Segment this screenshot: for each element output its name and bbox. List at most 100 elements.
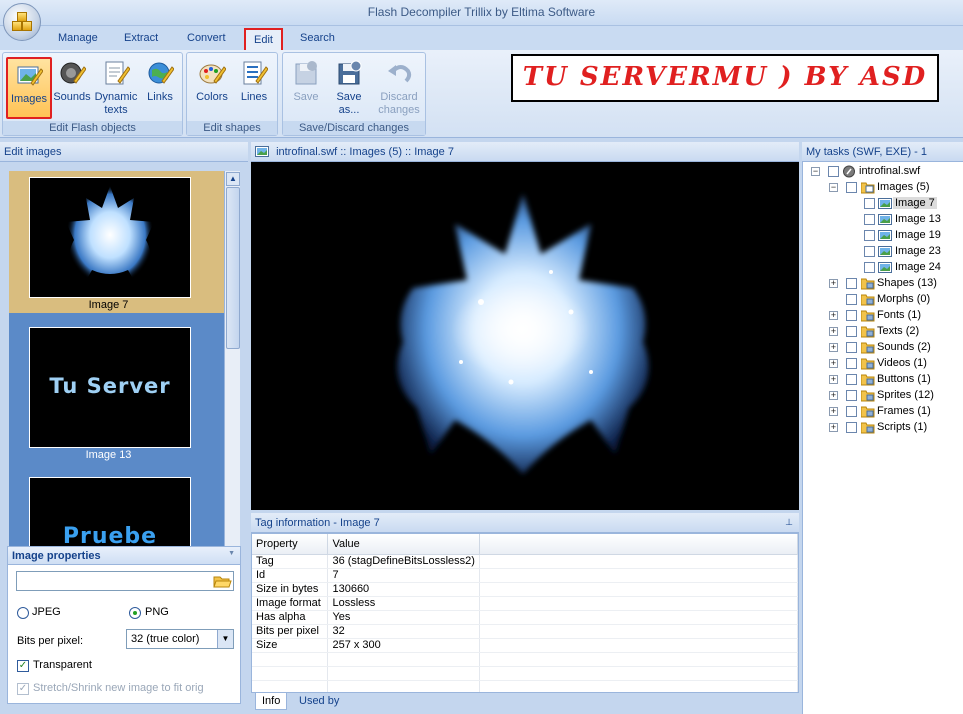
tree-node-folder[interactable]: Morphs (0): [827, 292, 959, 308]
tree-checkbox[interactable]: [846, 406, 857, 417]
tree-node-folder[interactable]: + Scripts (1): [827, 420, 959, 436]
tree-node-image[interactable]: Image 19: [863, 228, 959, 244]
lines-button[interactable]: Lines: [234, 57, 274, 119]
save-button[interactable]: Save: [286, 57, 326, 119]
table-row[interactable]: Size in bytes 130660: [252, 582, 798, 597]
expand-icon[interactable]: +: [829, 375, 838, 384]
tree-node-folder[interactable]: + Buttons (1): [827, 372, 959, 388]
tab-convert[interactable]: Convert: [179, 28, 234, 50]
tree-checkbox[interactable]: [828, 166, 839, 177]
transparent-checkbox[interactable]: ✓: [17, 660, 29, 672]
bits-per-pixel-select[interactable]: 32 (true color) ▼: [126, 629, 234, 649]
table-row[interactable]: Bits per pixel 32: [252, 624, 798, 639]
tree-label: Image 7: [893, 197, 937, 209]
tree-node-image[interactable]: Image 24: [863, 260, 959, 276]
chevron-down-icon[interactable]: ▼: [217, 630, 233, 648]
tree-checkbox[interactable]: [846, 310, 857, 321]
save-as-label-1: Save: [336, 91, 362, 103]
tree-checkbox[interactable]: [864, 246, 875, 257]
tree-node-images[interactable]: − Images (5): [827, 180, 959, 196]
value-cell: Yes: [327, 610, 480, 625]
tree-checkbox[interactable]: [846, 182, 857, 193]
tree-node-folder[interactable]: + Sounds (2): [827, 340, 959, 356]
tree-checkbox[interactable]: [846, 422, 857, 433]
tree-checkbox[interactable]: [846, 294, 857, 305]
tab-info[interactable]: Info: [255, 693, 288, 710]
collapse-icon[interactable]: −: [829, 183, 838, 192]
tree-checkbox[interactable]: [864, 262, 875, 273]
file-path-field[interactable]: [16, 571, 234, 591]
expand-icon[interactable]: +: [829, 391, 838, 400]
tree-checkbox[interactable]: [846, 342, 857, 353]
tree-checkbox[interactable]: [846, 326, 857, 337]
tree-node-folder[interactable]: + Frames (1): [827, 404, 959, 420]
value-cell: 32: [327, 624, 480, 639]
tree-checkbox[interactable]: [864, 198, 875, 209]
thumbnail-art-text: Tu Server: [49, 374, 171, 398]
image-icon: [878, 197, 892, 210]
expand-icon[interactable]: +: [829, 327, 838, 336]
property-cell: Has alpha: [252, 610, 329, 625]
table-row[interactable]: Id 7: [252, 568, 798, 583]
tree-node-folder[interactable]: + Shapes (13): [827, 276, 959, 292]
tree-node-image[interactable]: Image 13: [863, 212, 959, 228]
expand-icon[interactable]: +: [829, 343, 838, 352]
table-row[interactable]: Size 257 x 300: [252, 638, 798, 653]
images-button[interactable]: Images: [6, 57, 52, 119]
tree-checkbox[interactable]: [864, 230, 875, 241]
stretch-checkbox[interactable]: ✓: [17, 683, 29, 695]
tree-label: Buttons (1): [877, 373, 931, 385]
tree-node-folder[interactable]: + Fonts (1): [827, 308, 959, 324]
tree-node-image[interactable]: Image 23: [863, 244, 959, 260]
tree-checkbox[interactable]: [846, 278, 857, 289]
expand-icon[interactable]: +: [829, 407, 838, 416]
collapse-icon[interactable]: ▼: [228, 550, 235, 557]
tree-checkbox[interactable]: [846, 374, 857, 385]
tab-edit[interactable]: Edit: [244, 28, 283, 50]
open-folder-icon[interactable]: [212, 573, 232, 589]
expand-icon[interactable]: +: [829, 311, 838, 320]
table-row[interactable]: Tag 36 (stagDefineBitsLossless2): [252, 554, 798, 569]
pin-icon[interactable]: ⊥: [785, 517, 793, 528]
tab-extract[interactable]: Extract: [116, 28, 166, 50]
tree-node-image[interactable]: Image 7: [863, 196, 959, 212]
expand-icon[interactable]: +: [829, 359, 838, 368]
scroll-up-arrow-icon[interactable]: ▲: [226, 172, 240, 186]
jpeg-radio[interactable]: [17, 607, 29, 619]
column-value[interactable]: Value: [327, 534, 480, 555]
scroll-thumb[interactable]: [226, 187, 240, 349]
tab-manage[interactable]: Manage: [50, 28, 106, 50]
thumbnail-caption: Image 13: [85, 449, 132, 461]
expand-icon[interactable]: +: [829, 423, 838, 432]
expand-icon[interactable]: +: [829, 279, 838, 288]
tree-label: Image 23: [895, 245, 941, 257]
sounds-button[interactable]: Sounds: [52, 57, 92, 119]
tree-label: Morphs (0): [877, 293, 931, 305]
property-cell: Size: [252, 638, 329, 653]
collapse-icon[interactable]: −: [811, 167, 820, 176]
app-menu-button[interactable]: [3, 3, 41, 41]
thumbnail-image-7[interactable]: Image 7: [9, 171, 224, 313]
links-button[interactable]: Links: [140, 57, 180, 119]
tree-checkbox[interactable]: [846, 390, 857, 401]
tab-used-by[interactable]: Used by: [293, 693, 345, 710]
discard-changes-button[interactable]: Discard changes: [375, 57, 423, 119]
thumbnail-image-13[interactable]: Tu Server Image 13: [9, 321, 224, 463]
tree-checkbox[interactable]: [864, 214, 875, 225]
png-radio[interactable]: [129, 607, 141, 619]
colors-button[interactable]: Colors: [190, 57, 234, 119]
dynamic-texts-button[interactable]: Dynamic texts: [92, 57, 140, 119]
tree-node-folder[interactable]: + Texts (2): [827, 324, 959, 340]
table-row[interactable]: Image format Lossless: [252, 596, 798, 611]
speaker-icon: [58, 59, 87, 87]
tree-node-folder[interactable]: + Videos (1): [827, 356, 959, 372]
tree-checkbox[interactable]: [846, 358, 857, 369]
save-as-button[interactable]: Save as...: [328, 57, 370, 119]
tree-node-root[interactable]: − introfinal.swf: [809, 164, 959, 180]
column-property[interactable]: Property: [252, 534, 329, 555]
value-cell: 130660: [327, 582, 480, 597]
table-row[interactable]: Has alpha Yes: [252, 610, 798, 625]
tree-node-folder[interactable]: + Sprites (12): [827, 388, 959, 404]
tree-label: Images (5): [877, 181, 930, 193]
tab-search[interactable]: Search: [292, 28, 343, 50]
